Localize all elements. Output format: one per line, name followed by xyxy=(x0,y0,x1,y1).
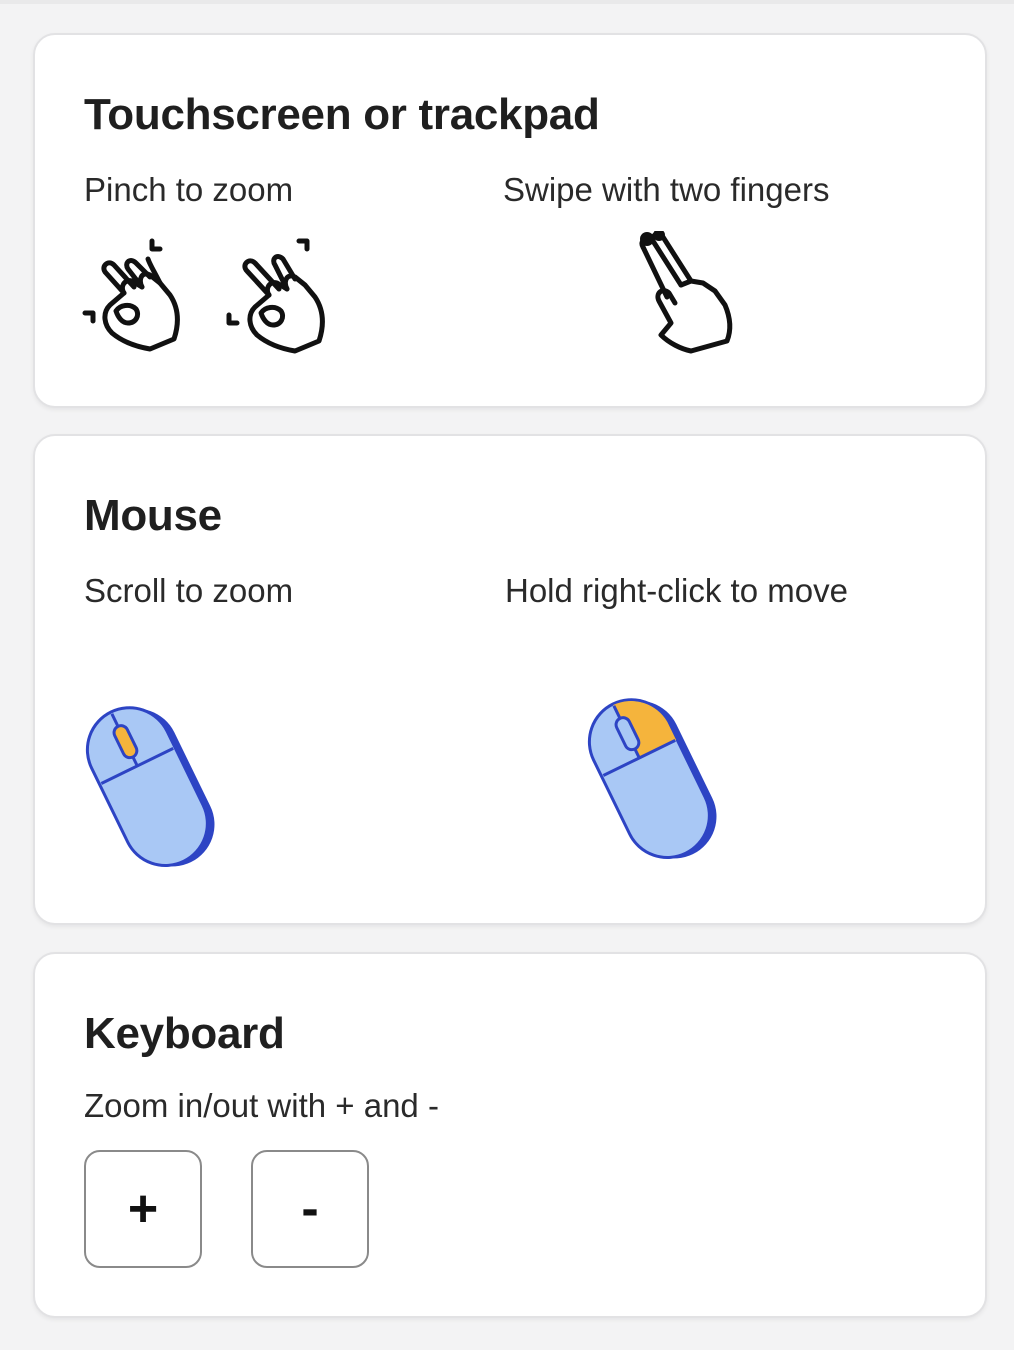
right-click-move-label: Hold right-click to move xyxy=(505,572,848,609)
pinch-zoom-label: Pinch to zoom xyxy=(84,171,294,208)
top-strip xyxy=(0,0,1014,4)
two-finger-swipe-hand-icon xyxy=(639,231,733,354)
zoom-out-key[interactable]: - xyxy=(251,1150,369,1268)
mouse-card-title: Mouse xyxy=(84,491,222,540)
keyboard-zoom-label: Zoom in/out with + and - xyxy=(84,1087,439,1124)
mouse-right-click-icon xyxy=(587,698,717,859)
zoom-in-key[interactable]: + xyxy=(84,1150,202,1268)
two-finger-swipe-label: Swipe with two fingers xyxy=(503,171,830,208)
keyboard-controls-card: Keyboard Zoom in/out with + and - + - xyxy=(33,952,987,1318)
keyboard-card-title: Keyboard xyxy=(84,1009,285,1058)
mouse-scroll-wheel-icon xyxy=(85,706,215,867)
pinch-in-hand-icon xyxy=(82,238,180,352)
touch-gestures-card: Touchscreen or trackpad Pinch to zoom Sw… xyxy=(33,33,987,408)
touch-card-title: Touchscreen or trackpad xyxy=(84,90,600,139)
scroll-zoom-label: Scroll to zoom xyxy=(84,572,294,609)
mouse-controls-card: Mouse Scroll to zoom Hold right-click to… xyxy=(33,434,987,925)
pinch-out-hand-icon xyxy=(226,238,325,354)
